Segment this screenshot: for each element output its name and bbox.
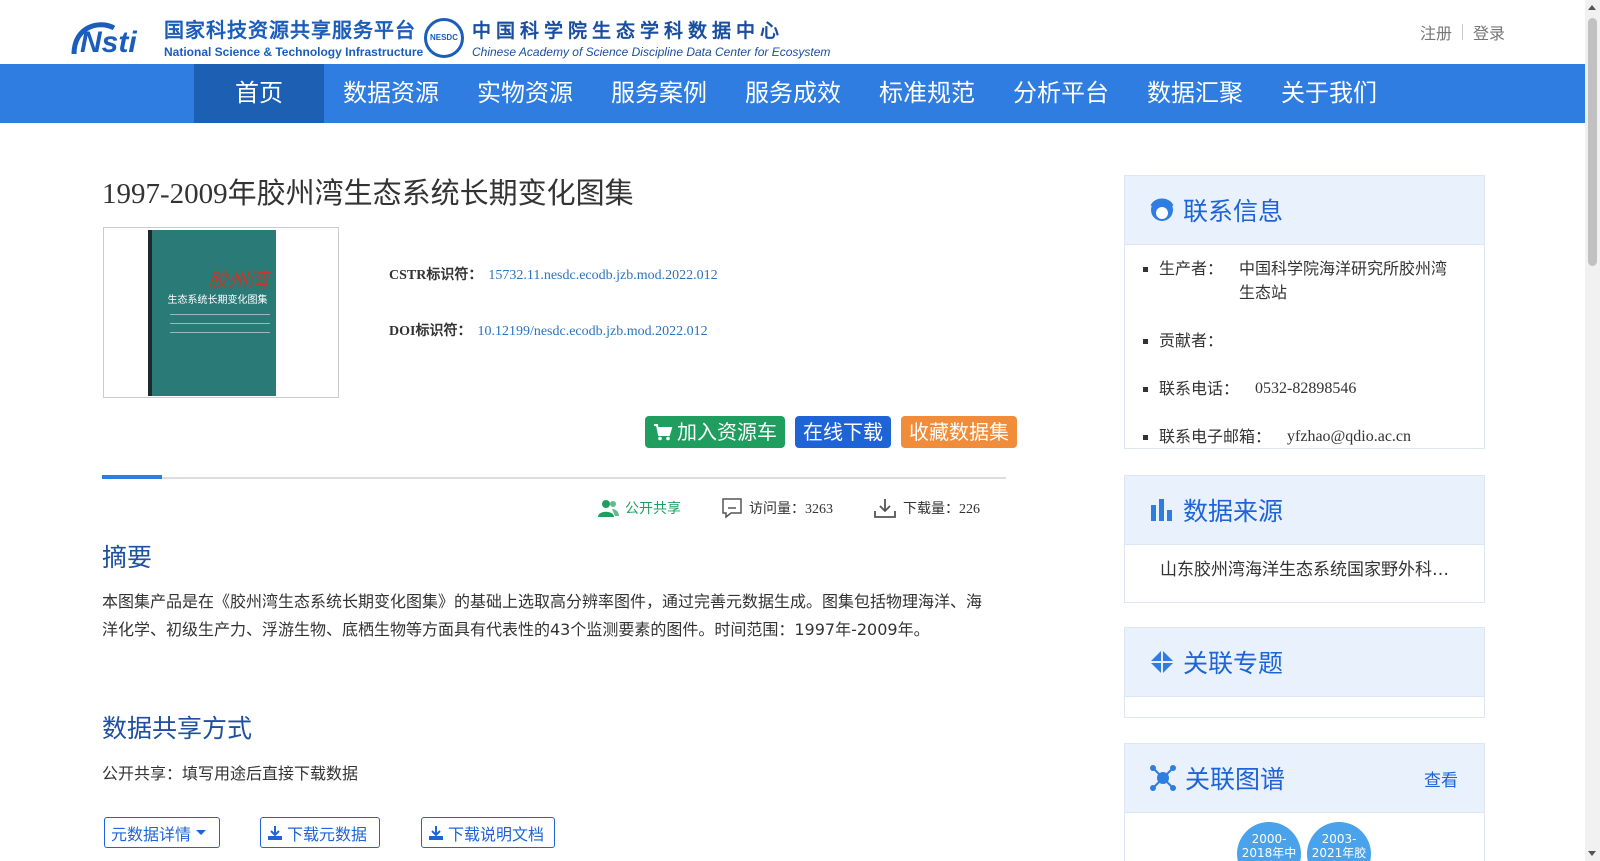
nav-item-data-aggregation[interactable]: 数据汇聚 [1128, 64, 1262, 123]
nesdc-name-cn: 中国科学院生态学科数据中心 [472, 20, 785, 42]
tab-divider [102, 477, 1006, 479]
scroll-down-arrow[interactable] [1588, 851, 1596, 856]
contact-producer: 生产者： 中国科学院海洋研究所胶州湾生态站 [1143, 257, 1484, 305]
cover-text-lines [170, 306, 270, 333]
nav-item-standards[interactable]: 标准规范 [860, 64, 994, 123]
nav-item-home[interactable]: 首页 [194, 64, 324, 123]
contact-contributor: 贡献者： [1143, 329, 1484, 353]
nsti-logo-mark: Nsti [70, 16, 156, 58]
svg-text:Nsti: Nsti [80, 26, 137, 58]
nav-item-service-cases[interactable]: 服务案例 [592, 64, 726, 123]
download-doc-button[interactable]: 下载说明文档 [421, 817, 555, 848]
data-source-panel-title: 数据来源 [1183, 497, 1284, 526]
action-buttons: 加入资源车 在线下载 收藏数据集 [645, 416, 1017, 448]
download-count: 下载量：226 [873, 497, 980, 519]
metadata-detail-dropdown[interactable]: 元数据详情 [104, 817, 220, 848]
contact-panel-header: 联系信息 [1125, 176, 1484, 245]
page-scrollbar[interactable] [1585, 0, 1600, 861]
caret-down-icon [196, 829, 207, 835]
nsti-name-cn: 国家科技资源共享服务平台 [164, 18, 416, 42]
tab-active-indicator [102, 475, 162, 479]
users-icon [598, 500, 619, 517]
network-graph-icon [1150, 765, 1176, 791]
graph-node[interactable]: 2003-2021年胶州湾水体 [1307, 822, 1371, 861]
scrollbar-thumb[interactable] [1588, 18, 1597, 266]
cart-icon [654, 424, 673, 441]
page: Nsti 国家科技资源共享服务平台 National Science & Tec… [0, 0, 1600, 861]
sharing-heading: 数据共享方式 [102, 714, 253, 743]
online-download-button[interactable]: 在线下载 [795, 416, 891, 448]
sharing-text: 公开共享：填写用途后直接下载数据 [102, 764, 359, 783]
contact-icon [1150, 198, 1174, 221]
cstr-link[interactable]: 15732.11.nesdc.ecodb.jzb.mod.2022.012 [488, 268, 717, 283]
topic-icon [1151, 651, 1173, 673]
share-status: 公开共享 [597, 498, 681, 518]
nesdc-logo-mark: NESDC [424, 17, 464, 58]
nav-item-service-results[interactable]: 服务成效 [726, 64, 860, 123]
scroll-up-arrow[interactable] [1588, 5, 1596, 10]
cover-calligraphy-title: 胶州湾 [208, 268, 268, 292]
nav-item-analysis-platform[interactable]: 分析平台 [994, 64, 1128, 123]
metadata-detail-label: 元数据详情 [111, 824, 192, 844]
data-source-panel-header: 数据来源 [1125, 476, 1484, 545]
download-icon [429, 825, 443, 840]
bar-chart-icon [1151, 499, 1172, 521]
doi-label: DOI标识符： [389, 324, 472, 339]
related-topic-panel: 关联专题 [1124, 627, 1485, 718]
related-graph-panel-title: 关联图谱 [1185, 765, 1286, 794]
related-graph-panel: 关联图谱 查看 2000-2018年中国陆地生态 2003-2021年胶州湾水体 [1124, 743, 1485, 861]
favorite-dataset-button[interactable]: 收藏数据集 [901, 416, 1017, 448]
abstract-text: 本图集产品是在《胶州湾生态系统长期变化图集》的基础上选取高分辨率图件，通过完善元… [102, 592, 983, 639]
doi-identifier: DOI标识符： 10.12199/nesdc.ecodb.jzb.mod.2022… [389, 320, 708, 340]
add-to-cart-label: 加入资源车 [677, 420, 777, 444]
visit-count: 访问量：3263 [721, 497, 833, 519]
cover-subtitle: 生态系统长期变化图集 [167, 295, 268, 306]
abstract-heading: 摘要 [102, 543, 153, 572]
share-status-label: 公开共享 [625, 502, 681, 517]
cstr-identifier: CSTR标识符： 15732.11.nesdc.ecodb.jzb.mod.202… [389, 264, 718, 284]
contact-list: 生产者： 中国科学院海洋研究所胶州湾生态站 贡献者： 联系电话： 0532-82… [1125, 245, 1484, 449]
download-icon [268, 825, 282, 840]
nsti-name-en: National Science & Technology Infrastruc… [164, 45, 424, 59]
register-link[interactable]: 注册 [1420, 20, 1452, 44]
main-nav: 首页 数据资源 实物资源 服务案例 服务成效 标准规范 分析平台 数据汇聚 关于… [0, 64, 1585, 123]
download-metadata-label: 下载元数据 [287, 824, 368, 844]
download-count-label: 下载量：226 [903, 502, 980, 517]
auth-links: 注册 登录 [1420, 20, 1505, 44]
nsti-logo[interactable]: Nsti 国家科技资源共享服务平台 National Science & Tec… [70, 14, 423, 59]
add-to-cart-button[interactable]: 加入资源车 [645, 416, 785, 448]
visit-count-label: 访问量：3263 [749, 502, 833, 517]
nesdc-logo[interactable]: NESDC 中国科学院生态学科数据中心 Chinese Academy of S… [424, 16, 830, 59]
dataset-title: 1997-2009年胶州湾生态系统长期变化图集 [102, 178, 634, 210]
doi-link[interactable]: 10.12199/nesdc.ecodb.jzb.mod.2022.012 [477, 324, 707, 339]
contact-panel-title: 联系信息 [1183, 197, 1284, 226]
auth-divider [1462, 24, 1464, 40]
nav-item-about-us[interactable]: 关于我们 [1262, 64, 1396, 123]
data-source-panel: 数据来源 山东胶州湾海洋生态系统国家野外科… [1124, 475, 1485, 603]
related-graph-panel-header: 关联图谱 查看 [1125, 744, 1484, 813]
contact-panel: 联系信息 生产者： 中国科学院海洋研究所胶州湾生态站 贡献者： 联系电话： 05… [1124, 175, 1485, 449]
download-doc-label: 下载说明文档 [448, 824, 545, 844]
header: Nsti 国家科技资源共享服务平台 National Science & Tec… [0, 0, 1585, 64]
download-metadata-button[interactable]: 下载元数据 [260, 817, 380, 848]
view-graph-link[interactable]: 查看 [1424, 766, 1458, 791]
download-icon [874, 499, 896, 518]
graph-node[interactable]: 2000-2018年中国陆地生态 [1237, 822, 1301, 861]
dataset-stats: 公开共享 访问量：3263 下载量：226 [597, 497, 980, 519]
nesdc-name-en: Chinese Academy of Science Discipline Da… [472, 45, 831, 59]
contact-phone: 联系电话： 0532-82898546 [1143, 377, 1484, 401]
comment-icon [722, 498, 742, 519]
login-link[interactable]: 登录 [1473, 20, 1505, 44]
dataset-cover-image: 胶州湾 生态系统长期变化图集 [103, 227, 339, 398]
related-topic-panel-title: 关联专题 [1183, 649, 1284, 678]
nav-item-data-resources[interactable]: 数据资源 [324, 64, 458, 123]
cstr-label: CSTR标识符： [389, 268, 483, 283]
data-source-link[interactable]: 山东胶州湾海洋生态系统国家野外科… [1125, 545, 1455, 580]
contact-email: 联系电子邮箱： yfzhao@qdio.ac.cn [1143, 425, 1484, 449]
book-cover: 胶州湾 生态系统长期变化图集 [148, 230, 276, 396]
nav-item-physical-resources[interactable]: 实物资源 [458, 64, 592, 123]
related-topic-panel-header: 关联专题 [1125, 628, 1484, 697]
